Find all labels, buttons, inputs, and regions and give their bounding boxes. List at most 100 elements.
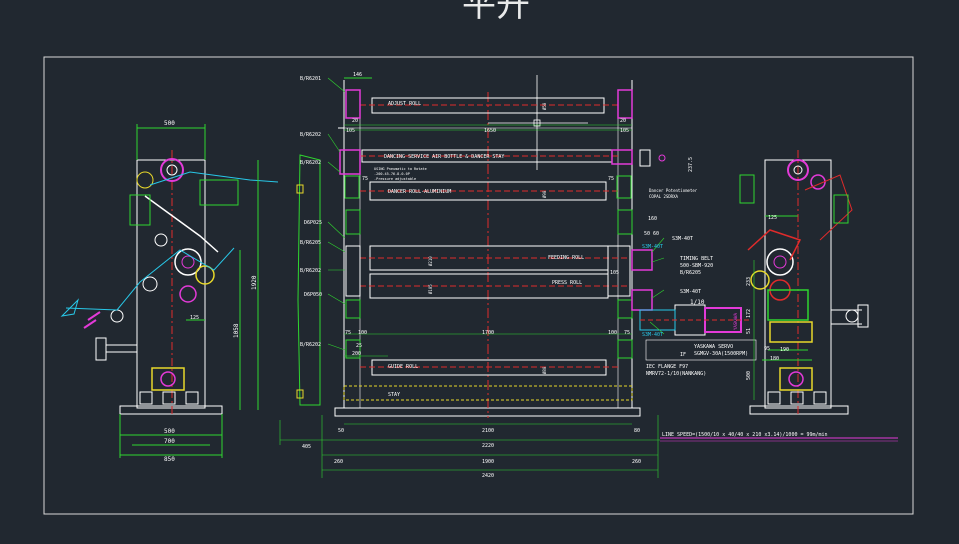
dim-200: 200 — [352, 351, 361, 357]
left-roll-7 — [110, 309, 124, 323]
left-roll-2 — [136, 171, 154, 189]
diameter-feeding: Ø210 — [428, 256, 433, 266]
note-potentiometer-2: COPAL 2SDRXA — [649, 194, 678, 199]
dim-5060: 50 60 — [644, 231, 659, 237]
bearing-label-5: B/R6202 — [300, 268, 321, 274]
note-pulley-3: S3M-40T — [680, 289, 701, 295]
note-flange-2: NMRV72-1/10(NANKANG) — [646, 371, 706, 377]
dim-25: 25 — [356, 343, 362, 349]
left-side-view — [60, 124, 279, 458]
diameter-adjust: Ø50 — [542, 102, 547, 110]
dim-80: 80 — [634, 428, 640, 434]
left-roll-8 — [154, 233, 168, 247]
label-dancing-stay: DANCING SERVICE AIR BOTTLE & DANCER STAY — [384, 154, 504, 160]
dim-right-51: 51 — [746, 328, 752, 334]
dim-105-center: 105 — [610, 270, 619, 276]
dim-right-125: 125 — [768, 215, 777, 221]
diameter-guide: Ø80 — [542, 366, 547, 374]
dim-right-180: 180 — [770, 356, 779, 362]
center-right-frame — [631, 80, 641, 416]
dim-left-1058: 1058 — [233, 323, 240, 338]
note-potentiometer-1: Dancer Potentiometer — [649, 188, 698, 193]
left-base-plate — [119, 405, 223, 415]
dim-2375: 237.5 — [688, 157, 694, 172]
dim-405: 405 — [302, 444, 311, 450]
right-roll-6 — [845, 309, 859, 323]
dim-left-500-bottom: 500 — [164, 428, 175, 435]
note-timing-belt-3: B/R6205 — [680, 270, 701, 276]
dim-left-1920: 1920 — [251, 275, 258, 290]
dim-right-172: 172 — [746, 309, 752, 318]
left-web-path — [65, 247, 235, 311]
label-feeding-roll: FEEDING ROLL — [548, 255, 584, 261]
note-pneumatic-3: -Pressure adjustable — [374, 177, 416, 181]
note-servo-2: SGMGV-30A(1500RPM) — [694, 351, 748, 357]
label-adjust-roll: ADJUST ROLL — [388, 101, 421, 107]
cad-drawing-canvas[interactable]: 平开 500 125 1920 1058 500 700 850 ADJUST … — [0, 0, 959, 544]
bearing-label-2: B/R6202 — [300, 132, 321, 138]
bearing-label-1: B/R6201 — [300, 76, 321, 82]
dim-75-bottom-right: 75 — [624, 330, 630, 336]
note-pneumatic-1: USING Pneumatic to Rotate — [374, 167, 427, 171]
label-dancer-roll: DANCER ROLL-ALUMINIUM — [388, 189, 451, 195]
dim-20-left: 20 — [352, 118, 358, 124]
dim-100-right: 100 — [608, 330, 617, 336]
diameter-press: Ø105 — [428, 284, 433, 294]
note-if: IF — [680, 352, 686, 358]
dim-right-500: 500 — [746, 371, 752, 380]
dim-right-190: 190 — [780, 347, 789, 353]
note-line-speed: LINE SPEED=(1500/10 x 40/40 x 210 x3.14)… — [662, 432, 828, 438]
label-stay: STAY — [388, 392, 400, 398]
header-glyphs: 平开 — [462, 0, 530, 25]
note-pneumatic-2: -200-45-76-8-0-0P — [374, 172, 410, 176]
dim-1700: 1700 — [482, 330, 494, 336]
right-roll-3 — [766, 248, 794, 276]
note-ratio: 1/10 — [690, 299, 705, 306]
dim-left-850: 850 — [164, 456, 175, 463]
dim-75-bottom-left: 75 — [345, 330, 351, 336]
dim-1650: 1650 — [484, 128, 496, 134]
dim-75-left: 75 — [362, 176, 368, 182]
note-pulley-4: S3M-40T — [642, 332, 663, 338]
bearing-label-6: B/R6202 — [300, 342, 321, 348]
dim-2220: 2220 — [482, 443, 494, 449]
dim-100-left: 100 — [358, 330, 367, 336]
dim-50-bottom: 50 — [338, 428, 344, 434]
dim-160: 160 — [648, 216, 657, 222]
label-press-roll: PRESS ROLL — [552, 280, 582, 286]
dim-105-left: 105 — [346, 128, 355, 134]
left-roll-5 — [179, 285, 197, 303]
bearing-label-d2: D6P050 — [304, 292, 322, 298]
bearing-label-4: B/R6205 — [300, 240, 321, 246]
right-gearbox — [767, 289, 809, 321]
dim-20-right: 20 — [620, 118, 626, 124]
dim-2100: 2100 — [482, 428, 494, 434]
dim-75-right: 75 — [608, 176, 614, 182]
dim-105-right: 105 — [620, 128, 629, 134]
dim-1900: 1900 — [482, 459, 494, 465]
dim-146: 146 — [353, 72, 362, 78]
bearing-label-3: B/R6202 — [300, 160, 321, 166]
dim-right-233: 233 — [746, 277, 752, 286]
note-pulley-2: S3M-40T — [642, 244, 663, 250]
note-timing-belt-2: 500-SBM-920 — [680, 263, 713, 269]
center-left-frame — [334, 80, 345, 416]
dim-right-95: 95 — [764, 346, 770, 352]
dim-left-700: 700 — [164, 438, 175, 445]
bearing-label-d1: D6P025 — [304, 220, 322, 226]
motor-label: YASKAWA — [733, 313, 738, 330]
dim-left-125: 125 — [190, 315, 199, 321]
note-pulley-1: S3M-40T — [672, 236, 693, 242]
note-flange-1: IEC FLANGE F97 — [646, 364, 688, 370]
label-guide-roll: GUIDE ROLL — [388, 364, 418, 370]
note-timing-belt-1: TIMING BELT — [680, 256, 713, 262]
dim-left-500-top: 500 — [164, 120, 175, 127]
right-side-view — [739, 150, 869, 415]
dim-2420: 2420 — [482, 473, 494, 479]
center-front-view — [279, 75, 898, 478]
dim-260-left: 260 — [334, 459, 343, 465]
dim-260-right: 260 — [632, 459, 641, 465]
diameter-dancer: Ø90 — [542, 190, 547, 198]
left-roll-6 — [142, 276, 158, 292]
note-servo-1: YASKAWA SERVO — [694, 344, 733, 350]
